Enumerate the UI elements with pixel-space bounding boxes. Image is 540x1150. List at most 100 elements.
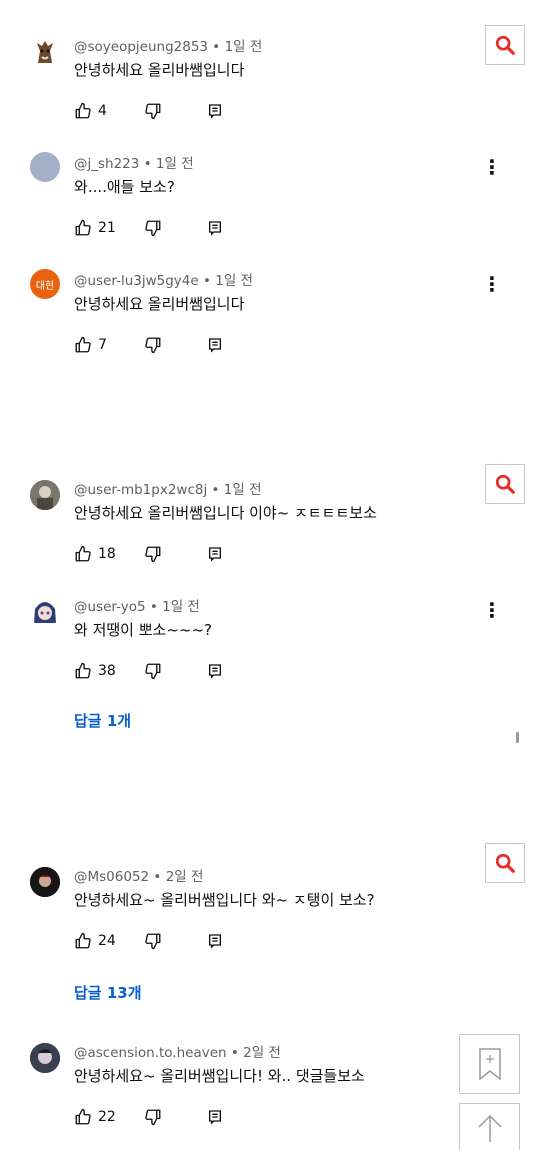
comment-time: 1일 전 bbox=[155, 156, 194, 172]
comment-time: 1일 전 bbox=[215, 273, 253, 289]
dislike-button[interactable] bbox=[144, 1107, 162, 1127]
bookmark-add-icon bbox=[478, 1048, 501, 1081]
more-options-button[interactable]: ⋮ bbox=[482, 599, 502, 621]
kebab-icon: ⋮ bbox=[482, 272, 502, 296]
reply-button[interactable] bbox=[207, 101, 223, 121]
like-button[interactable]: 4 bbox=[74, 101, 107, 121]
scrollbar-thumb[interactable] bbox=[516, 732, 519, 743]
like-button[interactable]: 7 bbox=[74, 335, 107, 355]
comment-author[interactable]: @soyeopjeung2853 bbox=[74, 39, 208, 55]
scroll-to-top-button[interactable] bbox=[459, 1103, 520, 1150]
thumbs-down-icon bbox=[145, 337, 161, 354]
avatar[interactable] bbox=[30, 152, 60, 182]
like-button[interactable]: 18 bbox=[74, 544, 116, 564]
reply-icon bbox=[209, 664, 221, 679]
reply-icon bbox=[209, 934, 221, 949]
avatar-initials: 대현 bbox=[35, 280, 55, 292]
comment-text: 안녕하세요 올리바쌤입니다 bbox=[74, 61, 245, 79]
thumbs-down-icon bbox=[145, 933, 161, 950]
reply-button[interactable] bbox=[207, 335, 223, 355]
search-icon bbox=[495, 35, 515, 55]
avatar[interactable] bbox=[30, 597, 60, 627]
view-replies-link[interactable]: 답글 13개 bbox=[74, 982, 142, 1003]
dislike-button[interactable] bbox=[144, 218, 162, 238]
like-count: 21 bbox=[98, 220, 116, 236]
dislike-button[interactable] bbox=[144, 101, 162, 121]
dislike-button[interactable] bbox=[144, 335, 162, 355]
like-button[interactable]: 24 bbox=[74, 931, 116, 951]
comment-text: 와 저땡이 뽀소~~~? bbox=[74, 621, 213, 639]
thumbs-down-icon bbox=[145, 103, 161, 120]
comment-author[interactable]: @ascension.to.heaven bbox=[74, 1045, 227, 1061]
view-replies-link[interactable]: 답글 1개 bbox=[74, 710, 131, 731]
reply-button[interactable] bbox=[207, 931, 223, 951]
thumbs-up-icon bbox=[75, 545, 91, 562]
like-count: 38 bbox=[98, 663, 116, 679]
thumbs-up-icon bbox=[75, 662, 91, 679]
like-count: 24 bbox=[98, 933, 116, 949]
reply-button[interactable] bbox=[207, 1107, 223, 1127]
thumbs-down-icon bbox=[145, 663, 161, 680]
comment-text: 안녕하세요 올리버쌤입니다 이야~ ㅈㅌㅌㅌ보소 bbox=[74, 504, 377, 522]
thumbs-up-icon bbox=[75, 102, 91, 119]
search-icon bbox=[495, 853, 515, 873]
reply-button[interactable] bbox=[207, 218, 223, 238]
more-options-button[interactable]: ⋮ bbox=[482, 155, 502, 179]
like-button[interactable]: 22 bbox=[74, 1107, 116, 1127]
comment-text: 와....애들 보소? bbox=[74, 178, 175, 196]
comment-author[interactable]: @user-lu3jw5gy4e bbox=[74, 273, 199, 289]
search-button[interactable] bbox=[485, 464, 525, 504]
like-count: 22 bbox=[98, 1109, 116, 1125]
thumbs-down-icon bbox=[145, 546, 161, 563]
more-options-button[interactable]: ⋮ bbox=[482, 272, 502, 296]
avatar[interactable] bbox=[30, 867, 60, 897]
avatar[interactable]: 대현 bbox=[30, 269, 60, 299]
comment-time: 2일 전 bbox=[165, 869, 204, 885]
thumbs-up-icon bbox=[75, 336, 91, 353]
avatar[interactable] bbox=[30, 37, 60, 67]
thumbs-down-icon bbox=[145, 1109, 161, 1126]
comment-author[interactable]: @user-yo5 bbox=[74, 599, 146, 615]
avatar[interactable] bbox=[30, 1043, 60, 1073]
thumbs-down-icon bbox=[145, 220, 161, 237]
like-button[interactable]: 38 bbox=[74, 661, 116, 681]
search-button[interactable] bbox=[485, 843, 525, 883]
dislike-button[interactable] bbox=[144, 931, 162, 951]
reply-icon bbox=[209, 338, 221, 353]
comment-author[interactable]: @j_sh223 bbox=[74, 156, 139, 172]
comment-meta: @j_sh223 • 1일 전 bbox=[74, 156, 194, 172]
dislike-button[interactable] bbox=[144, 661, 162, 681]
search-button[interactable] bbox=[485, 25, 525, 65]
comment-meta: @ascension.to.heaven • 2일 전 bbox=[74, 1045, 281, 1061]
comment-time: 1일 전 bbox=[224, 39, 263, 55]
comment-text: 안녕하세요~ 올리버쌤입니다 와~ ㅈ탱이 보소? bbox=[74, 891, 375, 909]
comment-meta: @user-lu3jw5gy4e • 1일 전 bbox=[74, 273, 253, 289]
comment-author[interactable]: @Ms06052 bbox=[74, 869, 149, 885]
comment-meta: @soyeopjeung2853 • 1일 전 bbox=[74, 39, 263, 55]
like-count: 4 bbox=[98, 103, 107, 119]
reply-icon bbox=[209, 221, 221, 236]
reply-icon bbox=[209, 547, 221, 562]
comment-time: 1일 전 bbox=[223, 482, 262, 498]
thumbs-up-icon bbox=[75, 1108, 91, 1125]
comment-time: 1일 전 bbox=[162, 599, 200, 615]
like-count: 18 bbox=[98, 546, 116, 562]
reply-icon bbox=[209, 1110, 221, 1125]
comment-text: 안녕하세요 올리버쌤입니다 bbox=[74, 295, 245, 313]
comment-time: 2일 전 bbox=[243, 1045, 281, 1061]
avatar[interactable] bbox=[30, 480, 60, 510]
comment-meta: @Ms06052 • 2일 전 bbox=[74, 869, 204, 885]
comment-meta: @user-yo5 • 1일 전 bbox=[74, 599, 200, 615]
arrow-up-icon bbox=[477, 1114, 502, 1142]
dislike-button[interactable] bbox=[144, 544, 162, 564]
reply-button[interactable] bbox=[207, 544, 223, 564]
thumbs-up-icon bbox=[75, 932, 91, 949]
comment-author[interactable]: @user-mb1px2wc8j bbox=[74, 482, 207, 498]
bookmark-button[interactable] bbox=[459, 1034, 520, 1094]
kebab-icon: ⋮ bbox=[482, 155, 502, 179]
like-button[interactable]: 21 bbox=[74, 218, 116, 238]
search-icon bbox=[495, 474, 515, 494]
comment-text: 안녕하세요~ 올리버쌤입니다! 와.. 댓글들보소 bbox=[74, 1067, 365, 1085]
thumbs-up-icon bbox=[75, 219, 91, 236]
reply-button[interactable] bbox=[207, 661, 223, 681]
